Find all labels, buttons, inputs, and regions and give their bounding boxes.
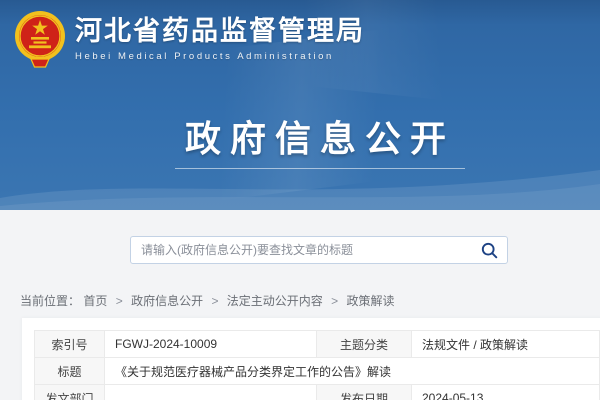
- search-input[interactable]: [131, 237, 471, 263]
- publish-date-label: 发布日期: [317, 385, 412, 400]
- index-number-value: FGWJ-2024-10009: [105, 331, 317, 358]
- table-row: 索引号 FGWJ-2024-10009 主题分类 法规文件 / 政策解读: [35, 331, 600, 358]
- agency-name-cn: 河北省药品监督管理局: [75, 16, 365, 47]
- table-row: 发文部门 发布日期 2024-05-13: [35, 385, 600, 400]
- topic-category-label: 主题分类: [317, 331, 412, 358]
- breadcrumb-item-gov-info[interactable]: 政府信息公开: [131, 294, 203, 308]
- search-icon: [481, 242, 498, 259]
- national-emblem-icon: [14, 9, 66, 69]
- breadcrumb-label: 当前位置：: [20, 294, 80, 308]
- topic-category-value: 法规文件 / 政策解读: [412, 331, 600, 358]
- top-banner: 河北省药品监督管理局 Hebei Medical Products Admini…: [0, 0, 600, 210]
- breadcrumb-separator: >: [116, 294, 123, 308]
- content-card: 索引号 FGWJ-2024-10009 主题分类 法规文件 / 政策解读 标题 …: [22, 318, 600, 400]
- table-row: 标题 《关于规范医疗器械产品分类界定工作的公告》解读: [35, 358, 600, 385]
- document-info-table: 索引号 FGWJ-2024-10009 主题分类 法规文件 / 政策解读 标题 …: [34, 330, 600, 400]
- issuing-department-value: [105, 385, 317, 400]
- title-value: 《关于规范医疗器械产品分类界定工作的公告》解读: [105, 358, 600, 385]
- breadcrumb-item-statutory-disclosure[interactable]: 法定主动公开内容: [227, 294, 323, 308]
- site-header: 河北省药品监督管理局 Hebei Medical Products Admini…: [14, 9, 365, 69]
- banner-wave-decoration: [0, 164, 600, 210]
- breadcrumb: 当前位置： 首页 > 政府信息公开 > 法定主动公开内容 > 政策解读: [20, 292, 395, 309]
- page-title: 政府信息公开: [20, 110, 600, 162]
- breadcrumb-separator: >: [211, 294, 218, 308]
- page: 河北省药品监督管理局 Hebei Medical Products Admini…: [0, 0, 600, 400]
- search-box: [130, 236, 508, 264]
- agency-name-en: Hebei Medical Products Administration: [75, 51, 365, 62]
- title-label: 标题: [35, 358, 105, 385]
- title-underline: [175, 168, 465, 169]
- publish-date-value: 2024-05-13: [412, 385, 600, 400]
- search-button[interactable]: [471, 237, 507, 263]
- agency-name-block: 河北省药品监督管理局 Hebei Medical Products Admini…: [75, 16, 365, 61]
- breadcrumb-item-home[interactable]: 首页: [83, 294, 107, 308]
- breadcrumb-item-policy-interpretation[interactable]: 政策解读: [347, 294, 395, 308]
- breadcrumb-separator: >: [331, 294, 338, 308]
- index-number-label: 索引号: [35, 331, 105, 358]
- issuing-department-label: 发文部门: [35, 385, 105, 400]
